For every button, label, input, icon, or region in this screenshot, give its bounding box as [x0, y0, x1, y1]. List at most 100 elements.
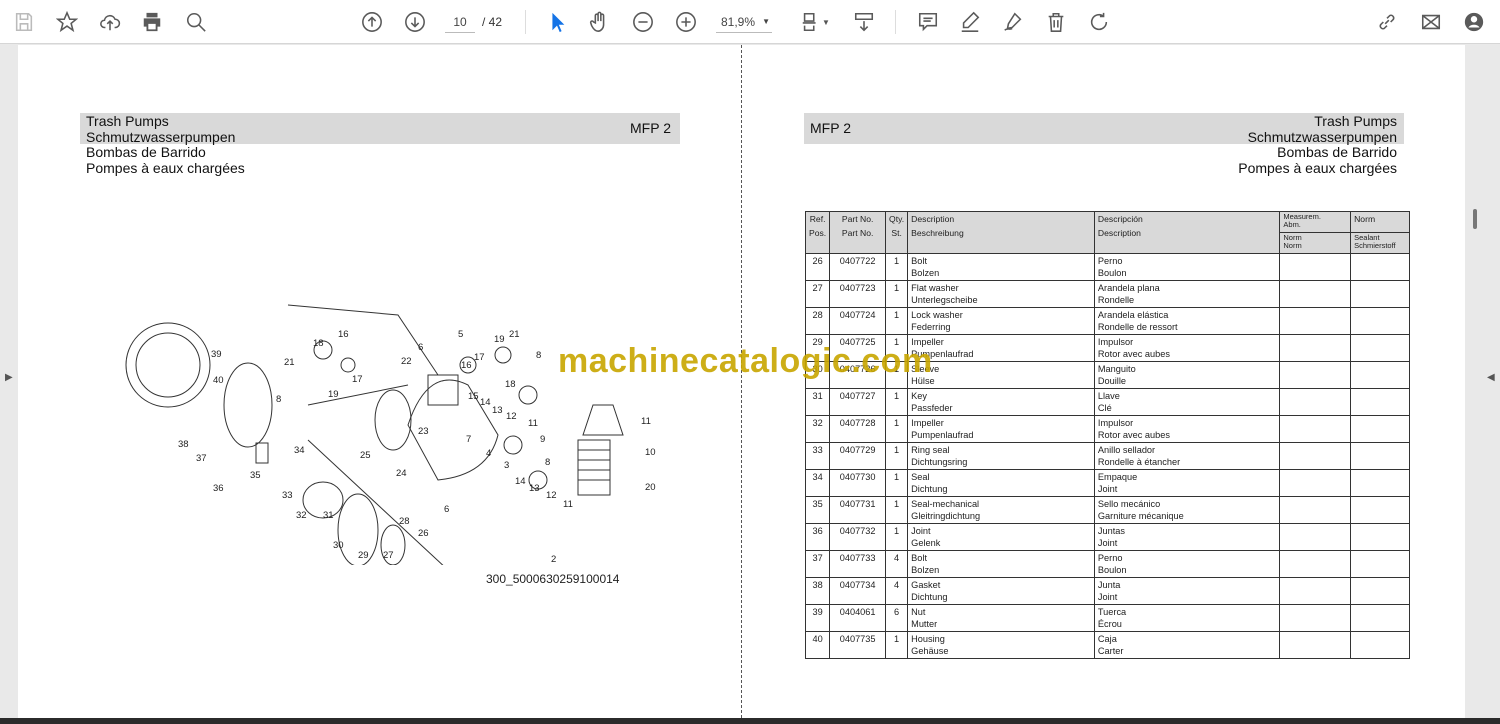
- print-icon[interactable]: [139, 9, 165, 35]
- cell-description: Nut Mutter: [907, 604, 1095, 632]
- callout: 3: [504, 460, 509, 471]
- cell-qty: 1: [885, 388, 909, 416]
- cell-norm: [1350, 469, 1410, 497]
- cell-norm: [1350, 604, 1410, 632]
- title-es: Bombas de Barrido: [1277, 144, 1397, 160]
- left-model: MFP 2: [630, 120, 671, 136]
- cell-qty: 1: [885, 469, 909, 497]
- cell-norm: [1350, 253, 1410, 281]
- cell-descripcion: Perno Boulon: [1093, 253, 1281, 281]
- cell-description: Ring seal Dichtungsring: [907, 442, 1095, 470]
- sign-icon[interactable]: [1000, 9, 1026, 35]
- cell-description: Gasket Dichtung: [907, 577, 1095, 605]
- callout: 14: [480, 397, 491, 408]
- cell-part: 0407729: [829, 442, 887, 470]
- figure-caption: 300_5000630259100014: [486, 572, 620, 586]
- callout: 16: [461, 360, 472, 371]
- callout: 38: [178, 439, 189, 450]
- cell-measurement: [1279, 469, 1352, 497]
- callout: 13: [492, 405, 503, 416]
- table-row: 34 0407730 1 Seal Dichtung Empaque Joint: [804, 469, 1410, 497]
- callout: 32: [296, 510, 307, 521]
- callout: 35: [250, 470, 261, 481]
- delete-trash-icon[interactable]: [1043, 9, 1069, 35]
- zoom-in-icon[interactable]: [673, 9, 699, 35]
- cell-measurement: [1279, 388, 1352, 416]
- email-icon[interactable]: [1418, 9, 1444, 35]
- table-row: 27 0407723 1 Flat washer Unterlegscheibe Aran…: [804, 280, 1410, 308]
- left-panel-toggle-icon[interactable]: ▶: [5, 372, 13, 383]
- callout: 24: [396, 468, 407, 479]
- zoom-out-icon[interactable]: [630, 9, 656, 35]
- callout: 10: [645, 447, 656, 458]
- cell-measurement: [1279, 334, 1352, 362]
- callout: 31: [323, 510, 334, 521]
- separator: [525, 10, 526, 34]
- exploded-parts-diagram: 39 40 8 38 37 36 35 34 33 32 31 30 29 28…: [125, 304, 656, 565]
- callout: 12: [506, 411, 517, 422]
- callout: 26: [418, 528, 429, 539]
- cell-description: Impeller Pumpenlaufrad: [907, 415, 1095, 443]
- pump-cover-shape: [125, 322, 211, 408]
- cell-descripcion: Tuerca Écrou: [1093, 604, 1281, 632]
- bookmark-star-icon[interactable]: [54, 9, 80, 35]
- cell-description: Flat washer Unterlegscheibe: [907, 280, 1095, 308]
- callout: 5: [458, 329, 463, 340]
- cell-descripcion: Empaque Joint: [1093, 469, 1281, 497]
- cell-description: Lock washer Federring: [907, 307, 1095, 335]
- cell-ref: 38: [804, 577, 831, 605]
- page-number-input[interactable]: 10: [445, 11, 475, 33]
- table-row: 40 0407735 1 Housing Gehäuse Caja Carter: [804, 631, 1410, 659]
- cell-descripcion: Anillo sellador Rondelle à étancher: [1093, 442, 1281, 470]
- select-cursor-icon[interactable]: [544, 9, 570, 35]
- cell-ref: 39: [804, 604, 831, 632]
- callout: 2: [551, 554, 556, 565]
- next-page-icon[interactable]: [402, 9, 428, 35]
- cell-measurement: [1279, 415, 1352, 443]
- header-description: Description Beschreibung: [907, 211, 1095, 254]
- table-row: 26 0407722 1 Bolt Bolzen Perno Boulon: [804, 253, 1410, 281]
- callout: 36: [213, 483, 224, 494]
- callout: 7: [466, 434, 471, 445]
- callout: 14: [515, 476, 526, 487]
- cell-measurement: [1279, 496, 1352, 524]
- bottom-bar: [0, 718, 1500, 724]
- callout: 27: [383, 550, 394, 561]
- page-fit-icon[interactable]: ▼: [797, 9, 833, 35]
- rotate-icon[interactable]: [1086, 9, 1112, 35]
- header-qty: Qty. St.: [885, 211, 909, 254]
- cell-norm: [1350, 280, 1410, 308]
- save-icon[interactable]: [11, 9, 37, 35]
- share-link-icon[interactable]: [1374, 9, 1400, 35]
- callout: 39: [211, 349, 222, 360]
- callout: 8: [545, 457, 550, 468]
- zoom-level-dropdown[interactable]: 81,9% ▼: [716, 11, 772, 33]
- cell-measurement: [1279, 361, 1352, 389]
- callout: 12: [546, 490, 557, 501]
- cell-description: Bolt Bolzen: [907, 550, 1095, 578]
- title-en: Trash Pumps: [1314, 113, 1397, 129]
- previous-page-icon[interactable]: [359, 9, 385, 35]
- cell-qty: 1: [885, 442, 909, 470]
- right-panel-toggle-icon[interactable]: ◀: [1487, 372, 1495, 383]
- account-icon[interactable]: [1461, 9, 1487, 35]
- callout: 19: [494, 334, 505, 345]
- callout: 8: [536, 350, 541, 361]
- comment-icon[interactable]: [915, 9, 941, 35]
- upload-cloud-icon[interactable]: [97, 9, 123, 35]
- toolbar: 10 / 42 81,9% ▼ ▼: [0, 0, 1500, 44]
- scroll-mode-icon[interactable]: [851, 9, 877, 35]
- callout: 30: [333, 540, 344, 551]
- callout: 25: [360, 450, 371, 461]
- cell-description: Seal-mechanical Gleitringdichtung: [907, 496, 1095, 524]
- title-de: Schmutzwasserpumpen: [1247, 128, 1397, 145]
- callout: 33: [282, 490, 293, 501]
- table-row: 36 0407732 1 Joint Gelenk Juntas Joint: [804, 523, 1410, 551]
- highlight-pen-icon[interactable]: [957, 9, 983, 35]
- scrollbar-thumb[interactable]: [1473, 209, 1477, 229]
- cell-norm: [1350, 496, 1410, 524]
- hand-tool-icon[interactable]: [586, 9, 612, 35]
- zoom-search-icon[interactable]: [183, 9, 209, 35]
- callout: 11: [641, 416, 651, 427]
- header-norm: Norm: [1350, 211, 1410, 233]
